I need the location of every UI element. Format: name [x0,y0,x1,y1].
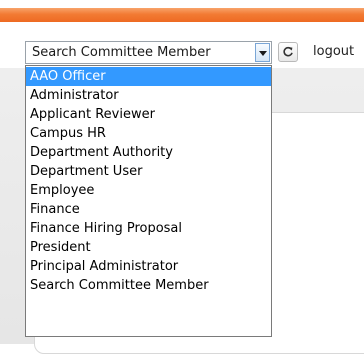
role-select-value: Search Committee Member [32,45,211,60]
dropdown-option-aao-officer[interactable]: AAO Officer [26,67,271,86]
dropdown-option-applicant-reviewer[interactable]: Applicant Reviewer [26,105,271,124]
refresh-button[interactable] [278,42,298,62]
role-dropdown-list: AAO Officer Administrator Applicant Revi… [25,65,272,337]
dropdown-option-finance[interactable]: Finance [26,200,271,219]
dropdown-option-department-user[interactable]: Department User [26,162,271,181]
chevron-down-icon [259,51,267,56]
dropdown-option-employee[interactable]: Employee [26,181,271,200]
header-accent-bar [0,8,364,22]
role-select[interactable]: Search Committee Member [25,41,272,64]
dropdown-option-finance-hiring-proposal[interactable]: Finance Hiring Proposal [26,219,271,238]
dropdown-option-principal-administrator[interactable]: Principal Administrator [26,257,271,276]
dropdown-option-administrator[interactable]: Administrator [26,86,271,105]
logout-link[interactable]: logout [313,44,354,59]
dropdown-button[interactable] [255,43,270,62]
dropdown-option-department-authority[interactable]: Department Authority [26,143,271,162]
dropdown-option-campus-hr[interactable]: Campus HR [26,124,271,143]
dropdown-option-search-committee-member[interactable]: Search Committee Member [26,276,271,295]
dropdown-option-president[interactable]: President [26,238,271,257]
refresh-icon [283,46,293,57]
